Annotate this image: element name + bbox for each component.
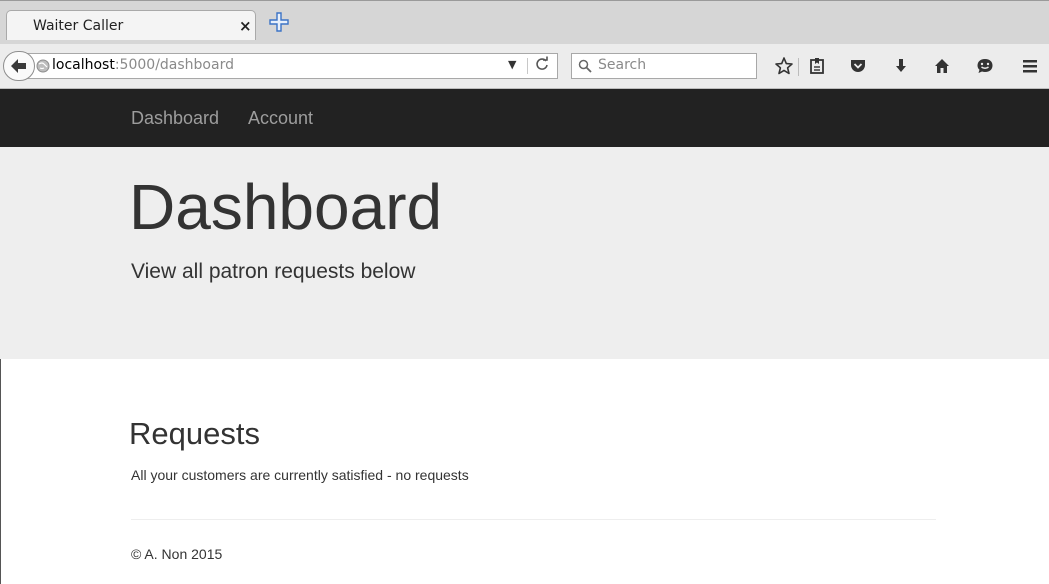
chat-hello-icon[interactable]: [975, 56, 995, 76]
hamburger-menu-icon[interactable]: [1020, 56, 1040, 76]
requests-empty-message: All your customers are currently satisfi…: [131, 467, 469, 483]
nav-link-dashboard[interactable]: Dashboard: [131, 108, 219, 129]
browser-nav-bar: localhost:5000/dashboard ▼ Search: [0, 44, 1049, 89]
url-bar-divider: [527, 58, 528, 74]
jumbotron: Dashboard View all patron requests below: [0, 147, 1049, 359]
bookmarks-menu-icon[interactable]: [807, 56, 827, 76]
site-info-globe-icon[interactable]: [36, 59, 50, 73]
back-arrow-icon: [11, 59, 26, 73]
browser-tab-bar: Waiter Caller ×: [0, 0, 1049, 44]
page-subtitle: View all patron requests below: [131, 260, 416, 283]
url-text[interactable]: localhost:5000/dashboard: [52, 57, 234, 73]
search-placeholder: Search: [598, 57, 647, 73]
browser-tab[interactable]: Waiter Caller ×: [6, 10, 256, 40]
url-host: localhost: [52, 57, 115, 73]
toolbar-divider: [798, 58, 799, 76]
pocket-icon[interactable]: [848, 56, 868, 76]
site-navbar: Dashboard Account: [0, 89, 1049, 147]
search-icon: [578, 59, 592, 73]
home-icon[interactable]: [932, 56, 952, 76]
page-title: Dashboard: [129, 171, 443, 243]
tab-title: Waiter Caller: [33, 18, 124, 34]
url-path: :5000/dashboard: [114, 57, 234, 73]
requests-heading: Requests: [129, 416, 260, 451]
footer-divider: [131, 519, 936, 520]
new-tab-icon[interactable]: [268, 11, 290, 33]
footer-copyright: © A. Non 2015: [131, 546, 223, 562]
bookmark-star-icon[interactable]: [774, 56, 794, 76]
back-button[interactable]: [3, 51, 35, 81]
download-icon[interactable]: [891, 56, 911, 76]
tab-close-icon[interactable]: ×: [239, 17, 252, 35]
nav-link-account[interactable]: Account: [248, 108, 313, 129]
reload-icon[interactable]: [534, 56, 550, 72]
url-history-dropdown-icon[interactable]: ▼: [508, 58, 516, 71]
